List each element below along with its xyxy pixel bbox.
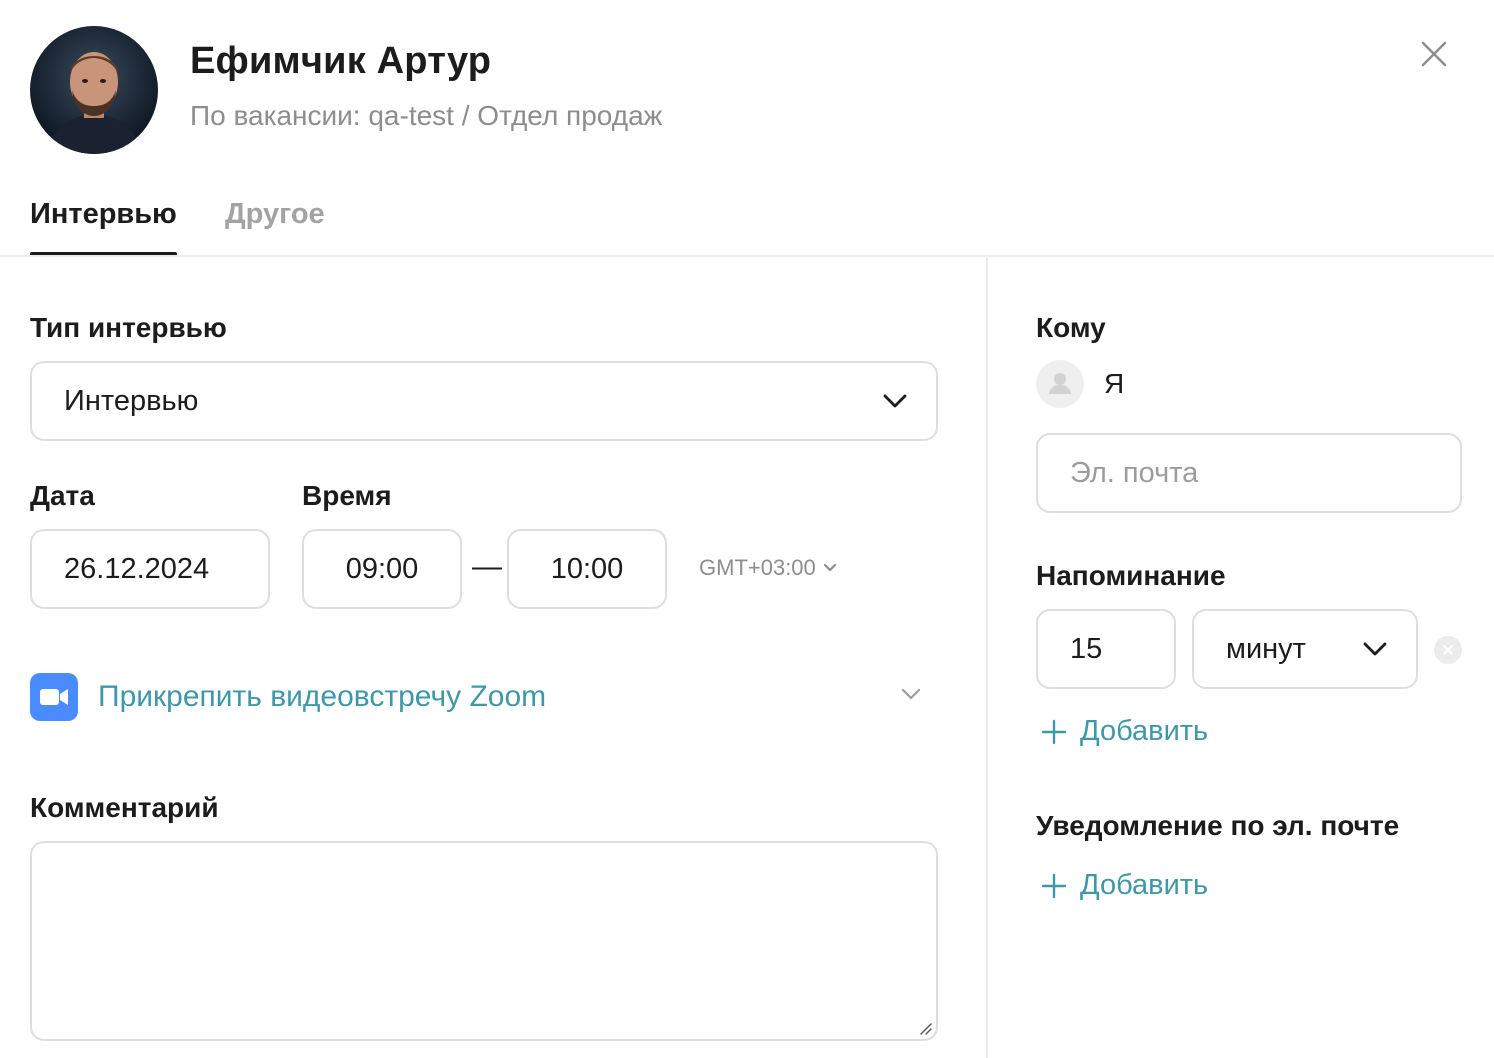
vacancy-subtitle: По вакансии: qa-test / Отдел продаж	[190, 100, 663, 131]
date-input[interactable]: 26.12.2024	[30, 529, 270, 609]
plus-icon	[1041, 719, 1067, 744]
zoom-camera-icon	[30, 673, 78, 721]
time-end-input[interactable]: 10:00	[507, 529, 667, 609]
reminder-amount-value: 15	[1070, 632, 1103, 665]
date-label: Дата	[30, 480, 95, 511]
candidate-avatar	[30, 26, 158, 154]
timezone-value: GMT+03:00	[699, 555, 816, 580]
clear-icon	[1443, 645, 1453, 655]
tabs-divider	[0, 255, 1494, 257]
reminder-unit-value: минут	[1226, 632, 1306, 665]
chevron-down-icon	[901, 688, 921, 700]
add-email-notification-button[interactable]: Добавить	[1040, 869, 1208, 902]
comment-label: Комментарий	[30, 792, 219, 823]
tab-other[interactable]: Другое	[225, 198, 325, 231]
plus-icon	[1041, 873, 1067, 898]
user-icon	[1036, 360, 1084, 408]
resize-handle-icon[interactable]	[916, 1019, 932, 1035]
interview-type-label: Тип интервью	[30, 312, 227, 343]
time-start-value: 09:00	[345, 552, 419, 585]
recipient-name: Я	[1104, 368, 1125, 399]
close-button[interactable]	[1414, 34, 1454, 74]
time-separator: —	[472, 550, 502, 583]
time-end-value: 10:00	[550, 552, 624, 585]
reminder-label: Напоминание	[1036, 560, 1226, 591]
chevron-down-icon	[1363, 642, 1387, 656]
column-divider	[986, 257, 988, 1058]
interview-type-select[interactable]: Интервью	[30, 361, 938, 441]
interview-type-value: Интервью	[64, 384, 199, 417]
reminder-amount-input[interactable]: 15	[1036, 609, 1176, 689]
tab-interview[interactable]: Интервью	[30, 198, 177, 231]
add-email-notification-label: Добавить	[1080, 869, 1209, 901]
close-icon	[1421, 41, 1447, 67]
candidate-name: Ефимчик Артур	[190, 40, 492, 82]
date-value: 26.12.2024	[64, 552, 210, 585]
zoom-expand-button[interactable]	[900, 686, 922, 707]
to-label: Кому	[1036, 312, 1106, 343]
chevron-down-icon	[883, 394, 907, 408]
timezone-select[interactable]: GMT+03:00	[699, 555, 838, 581]
remove-reminder-button[interactable]	[1434, 636, 1462, 664]
time-label: Время	[302, 480, 392, 511]
time-start-input[interactable]: 09:00	[302, 529, 462, 609]
email-notification-label: Уведомление по эл. почте	[1036, 810, 1400, 841]
reminder-unit-select[interactable]: минут	[1192, 609, 1418, 689]
email-input[interactable]: Эл. почта	[1036, 433, 1462, 513]
attach-zoom-link[interactable]: Прикрепить видеовстречу Zoom	[98, 680, 546, 714]
add-reminder-button[interactable]: Добавить	[1040, 715, 1208, 748]
email-placeholder: Эл. почта	[1070, 456, 1199, 489]
candidate-photo	[30, 26, 158, 154]
chevron-down-icon	[823, 563, 836, 572]
comment-textarea[interactable]	[30, 841, 938, 1041]
add-reminder-label: Добавить	[1080, 715, 1209, 747]
